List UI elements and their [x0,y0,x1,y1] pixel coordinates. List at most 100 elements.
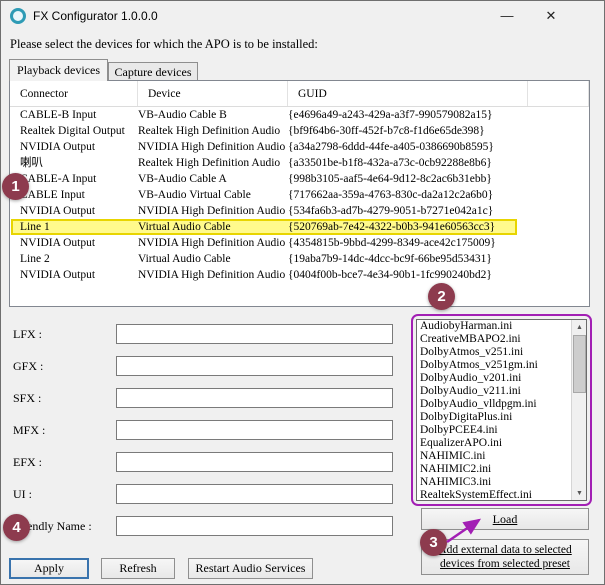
refresh-button[interactable]: Refresh [101,558,175,579]
cell-guid: {a33501be-b1f8-432a-a73c-0cb92288e8b6} [288,155,528,171]
gfx-label: GFX : [13,356,43,376]
cell-device: NVIDIA High Definition Audio [138,203,288,219]
preset-items: AudiobyHarman.ini CreativeMBAPO2.ini Dol… [417,320,571,500]
annotation-badge-2: 2 [428,283,455,310]
table-row[interactable]: CABLE-A Input VB-Audio Cable A {998b3105… [10,171,589,187]
preset-item[interactable]: RealtekSystemEffect.ini [417,489,571,500]
cell-device: Realtek High Definition Audio [138,123,288,139]
table-row[interactable]: CABLE-B Input VB-Audio Cable B {e4696a49… [10,107,589,123]
cell-connector: CABLE-B Input [10,107,138,123]
window-title: FX Configurator 1.0.0.0 [33,9,158,23]
table-row[interactable]: NVIDIA Output NVIDIA High Definition Aud… [10,139,589,155]
lfx-input[interactable] [116,324,393,344]
gfx-input[interactable] [116,356,393,376]
efx-input[interactable] [116,452,393,472]
minimize-button[interactable]: — [491,1,523,31]
preset-item[interactable]: NAHIMIC2.ini [417,463,571,476]
preset-item[interactable]: AudiobyHarman.ini [417,320,571,333]
cell-device: VB-Audio Cable B [138,107,288,123]
cell-connector: CABLE Input [10,187,138,203]
table-row[interactable]: NVIDIA Output NVIDIA High Definition Aud… [10,235,589,251]
preset-item[interactable]: DolbyAtmos_v251gm.ini [417,359,571,372]
efx-label: EFX : [13,452,42,472]
tab-capture-devices[interactable]: Capture devices [108,62,198,81]
device-table-header: Connector Device GUID [10,81,589,107]
cell-device: Virtual Audio Cable [138,251,288,267]
sfx-input[interactable] [116,388,393,408]
cell-connector: CABLE-A Input [10,171,138,187]
restart-audio-services-button[interactable]: Restart Audio Services [188,558,313,579]
column-header-device[interactable]: Device [138,81,288,106]
close-button[interactable]: ✕ [535,1,567,31]
table-row[interactable]: CABLE Input VB-Audio Virtual Cable {7176… [10,187,589,203]
cell-connector: Line 2 [10,251,138,267]
preset-item[interactable]: DolbyAudio_v201.ini [417,372,571,385]
scroll-up-icon[interactable]: ▲ [572,320,587,334]
annotation-badge-1: 1 [2,173,29,200]
scrollbar-thumb[interactable] [573,335,586,393]
cell-device: NVIDIA High Definition Audio [138,235,288,251]
table-row[interactable]: 喇叭 Realtek High Definition Audio {a33501… [10,155,589,171]
column-header-connector[interactable]: Connector [10,81,138,106]
cell-guid: {998b3105-aaf5-4e64-9d12-8c2ac6b31ebb} [288,171,528,187]
preset-item[interactable]: DolbyAtmos_v251.ini [417,346,571,359]
preset-item[interactable]: NAHIMIC.ini [417,450,571,463]
sfx-label: SFX : [13,388,41,408]
preset-item[interactable]: DolbyAudio_vlldpgm.ini [417,398,571,411]
column-header-filler [528,81,589,106]
cell-connector: Realtek Digital Output [10,123,138,139]
cell-guid: {717662aa-359a-4763-830c-da2a12c2a6b0} [288,187,528,203]
cell-guid: {19aba7b9-14dc-4dcc-bc9f-66be95d53431} [288,251,528,267]
cell-guid: {bf9f64b6-30ff-452f-b7c8-f1d6e65de398} [288,123,528,139]
mfx-input[interactable] [116,420,393,440]
annotation-badge-3: 3 [420,529,447,556]
preset-scrollbar[interactable]: ▲ ▼ [571,320,586,500]
load-button[interactable]: Load [421,508,589,530]
annotation-badge-4: 4 [3,514,30,541]
table-row[interactable]: Line 2 Virtual Audio Cable {19aba7b9-14d… [10,251,589,267]
cell-connector: Line 1 [10,219,138,235]
preset-item[interactable]: NAHIMIC3.ini [417,476,571,489]
preset-item[interactable]: CreativeMBAPO2.ini [417,333,571,346]
cell-guid: {a34a2798-6ddd-44fe-a405-0386690b8595} [288,139,528,155]
cell-guid: {534fa6b3-ad7b-4279-9051-b7271e042a1c} [288,203,528,219]
cell-guid: {520769ab-7e42-4322-b0b3-941e60563cc3} [288,219,528,235]
lfx-label: LFX : [13,324,42,344]
apply-button[interactable]: Apply [9,558,89,579]
table-row[interactable]: NVIDIA Output NVIDIA High Definition Aud… [10,203,589,219]
cell-connector: NVIDIA Output [10,235,138,251]
scroll-down-icon[interactable]: ▼ [572,486,587,500]
titlebar: FX Configurator 1.0.0.0 — ✕ [1,1,605,31]
cell-device: VB-Audio Virtual Cable [138,187,288,203]
cell-connector: NVIDIA Output [10,139,138,155]
cell-guid: {0404f00b-bce7-4e34-90b1-1fc990240bd2} [288,267,528,283]
column-header-guid[interactable]: GUID [288,81,528,106]
cell-device: Virtual Audio Cable [138,219,288,235]
cell-guid: {4354815b-9bbd-4299-8349-ace42c175009} [288,235,528,251]
fx-configurator-window: FX Configurator 1.0.0.0 — ✕ Please selec… [0,0,605,585]
table-row[interactable]: NVIDIA Output NVIDIA High Definition Aud… [10,267,589,283]
cell-device: NVIDIA High Definition Audio [138,267,288,283]
table-row[interactable]: Realtek Digital Output Realtek High Defi… [10,123,589,139]
cell-connector: NVIDIA Output [10,267,138,283]
preset-item[interactable]: DolbyPCEE4.ini [417,424,571,437]
preset-item[interactable]: DolbyDigitaPlus.ini [417,411,571,424]
cell-guid: {e4696a49-a243-429a-a3f7-990579082a15} [288,107,528,123]
cell-connector: NVIDIA Output [10,203,138,219]
tab-playback-devices[interactable]: Playback devices [9,59,108,81]
instruction-text: Please select the devices for which the … [10,37,318,52]
cell-device: NVIDIA High Definition Audio [138,139,288,155]
preset-item[interactable]: EqualizerAPO.ini [417,437,571,450]
cell-connector: 喇叭 [10,155,138,171]
device-table: Connector Device GUID CABLE-B Input VB-A… [9,80,590,307]
ui-label: UI : [13,484,32,504]
mfx-label: MFX : [13,420,45,440]
cell-device: Realtek High Definition Audio [138,155,288,171]
preset-listbox: AudiobyHarman.ini CreativeMBAPO2.ini Dol… [416,319,587,501]
friendly-name-input[interactable] [116,516,393,536]
app-icon [10,8,26,24]
ui-input[interactable] [116,484,393,504]
cell-device: VB-Audio Cable A [138,171,288,187]
table-row-selected[interactable]: Line 1 Virtual Audio Cable {520769ab-7e4… [10,219,589,235]
preset-item[interactable]: DolbyAudio_v211.ini [417,385,571,398]
